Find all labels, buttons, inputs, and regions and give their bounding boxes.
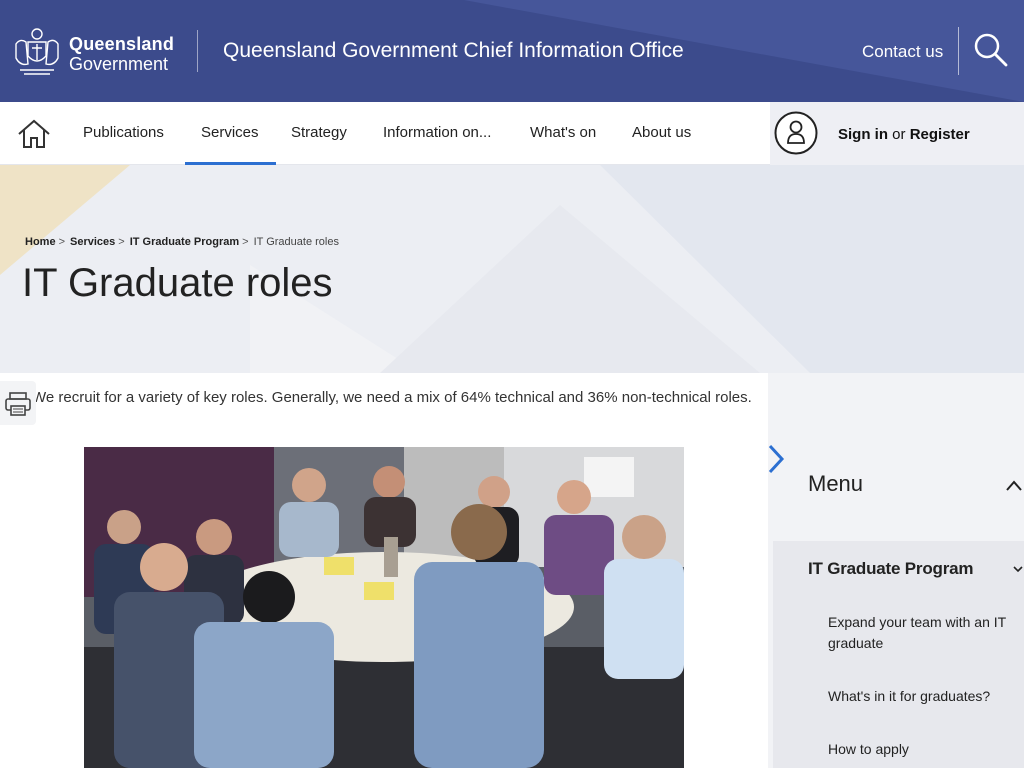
chevron-down-icon (1013, 566, 1023, 573)
header-divider (197, 30, 198, 72)
or-text: or (892, 126, 906, 143)
logo-text-queensland: Queensland (69, 34, 175, 54)
main-navigation: Publications Services Strategy Informati… (0, 102, 1024, 165)
contact-us-link[interactable]: Contact us (862, 42, 943, 62)
sidebar-toggle-button[interactable] (766, 441, 788, 477)
nav-item-services[interactable]: Services (201, 124, 259, 141)
qld-government-logo[interactable]: Queensland Government (10, 24, 174, 78)
team-meeting-photo (84, 447, 684, 768)
menu-section-toggle[interactable] (1011, 562, 1024, 576)
menu-panel: IT Graduate Program Expand your team wit… (773, 541, 1024, 768)
logo-text-government: Government (69, 54, 169, 74)
user-icon (774, 111, 818, 155)
menu-title[interactable]: Menu (808, 471, 863, 497)
search-button[interactable] (970, 30, 1010, 70)
page-title: IT Graduate roles (22, 261, 333, 305)
sign-in-link[interactable]: Sign in (838, 126, 888, 143)
site-title[interactable]: Queensland Government Chief Information … (223, 39, 684, 63)
nav-item-strategy[interactable]: Strategy (291, 124, 347, 141)
breadcrumb-it-graduate-program[interactable]: IT Graduate Program (130, 236, 239, 248)
chevron-right-icon (768, 444, 785, 474)
breadcrumb-home[interactable]: Home (25, 236, 56, 248)
sidebar: Menu IT Graduate Program Expand your tea… (768, 373, 1024, 768)
print-button[interactable] (0, 381, 36, 425)
menu-link-how-to-apply[interactable]: How to apply (828, 739, 1024, 760)
nav-item-information-on[interactable]: Information on... (383, 124, 491, 141)
breadcrumb-services[interactable]: Services (70, 236, 115, 248)
intro-paragraph: We recruit for a variety of key roles. G… (32, 389, 752, 406)
breadcrumb: Home > Services > IT Graduate Program > IT Gra… (25, 236, 339, 248)
coat-of-arms-icon (15, 28, 59, 75)
home-icon (18, 119, 50, 148)
search-icon (974, 33, 1008, 67)
breadcrumb-current: IT Graduate roles (253, 236, 339, 248)
printer-icon (5, 392, 31, 416)
header-divider (958, 27, 959, 75)
menu-collapse-button[interactable] (1004, 477, 1024, 493)
chevron-up-icon (1006, 480, 1022, 491)
menu-link-expand-team[interactable]: Expand your team with an IT graduate (828, 612, 1024, 654)
account-area: Sign in or Register (770, 102, 1024, 165)
site-header: Queensland Government Queensland Governm… (0, 0, 1024, 102)
nav-item-whats-on[interactable]: What's on (530, 124, 596, 141)
nav-item-publications[interactable]: Publications (83, 124, 164, 141)
register-link[interactable]: Register (910, 126, 970, 143)
main-content: We recruit for a variety of key roles. G… (0, 373, 768, 768)
menu-section-it-graduate-program[interactable]: IT Graduate Program (808, 559, 973, 579)
home-button[interactable] (16, 118, 52, 150)
page-hero: Home > Services > IT Graduate Program > IT Gra… (0, 165, 1024, 373)
user-account-button[interactable] (774, 111, 818, 155)
nav-item-about-us[interactable]: About us (632, 124, 691, 141)
sign-in-register: Sign in or Register (838, 126, 970, 143)
menu-link-whats-in-it[interactable]: What's in it for graduates? (828, 686, 1024, 707)
